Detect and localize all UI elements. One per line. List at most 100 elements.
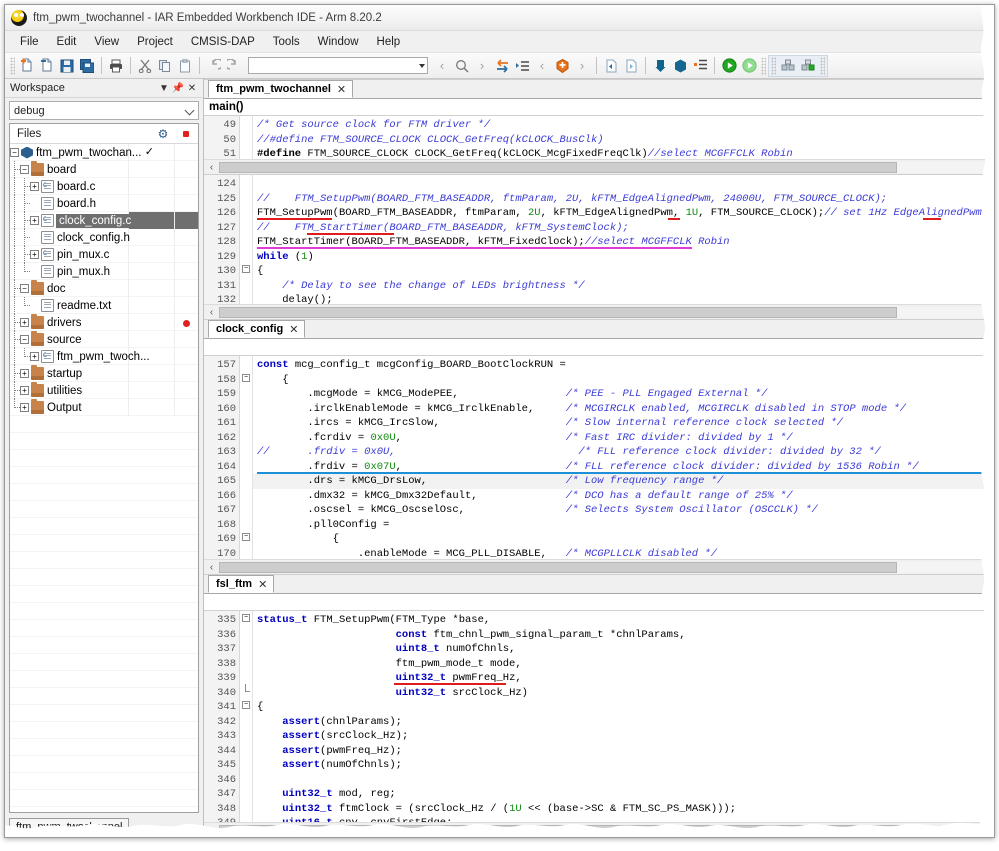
navigate-back-icon[interactable] bbox=[601, 55, 621, 77]
download-icon[interactable] bbox=[670, 55, 690, 77]
pin-icon[interactable]: 📌 bbox=[171, 81, 185, 95]
scrollbar-thumb[interactable] bbox=[219, 162, 897, 173]
close-icon[interactable]: ✕ bbox=[258, 578, 267, 591]
scrollbar-track[interactable] bbox=[219, 162, 990, 173]
open-document-icon[interactable] bbox=[37, 55, 57, 77]
download-and-debug-icon[interactable] bbox=[650, 55, 670, 77]
scroll-left-icon[interactable]: ‹ bbox=[204, 162, 219, 173]
project-tree[interactable]: −ftm_pwm_twochan...✓−board+board.cboard.… bbox=[10, 144, 198, 812]
menu-help[interactable]: Help bbox=[368, 34, 410, 50]
tree-item-startup[interactable]: +startup bbox=[10, 365, 198, 382]
goto-definition-icon[interactable] bbox=[512, 55, 532, 77]
dropdown-icon[interactable]: ▼ bbox=[157, 81, 171, 95]
tree-item-source[interactable]: −source bbox=[10, 331, 198, 348]
collapse-icon[interactable]: − bbox=[20, 165, 29, 174]
scrollbar-thumb[interactable] bbox=[219, 307, 897, 318]
navigate-forward-icon[interactable] bbox=[621, 55, 641, 77]
expand-icon[interactable]: + bbox=[30, 182, 39, 191]
tree-item-board-h[interactable]: board.h bbox=[10, 195, 198, 212]
expand-icon[interactable]: + bbox=[20, 318, 29, 327]
horizontal-scrollbar[interactable]: ‹ bbox=[204, 304, 994, 319]
scroll-left-icon[interactable]: ‹ bbox=[204, 562, 219, 573]
tab-clock_config[interactable]: clock_config✕ bbox=[208, 320, 305, 338]
toolbar-grip[interactable] bbox=[761, 57, 766, 75]
find-next-icon[interactable]: › bbox=[472, 55, 492, 77]
tree-item-board-c[interactable]: +board.c bbox=[10, 178, 198, 195]
quick-search-input[interactable] bbox=[248, 57, 428, 74]
close-icon[interactable]: ✕ bbox=[337, 83, 346, 96]
scroll-left-icon[interactable]: ‹ bbox=[204, 825, 219, 836]
expand-icon[interactable]: + bbox=[30, 250, 39, 259]
collapse-icon[interactable]: − bbox=[20, 335, 29, 344]
toolbar-grip[interactable] bbox=[10, 57, 15, 75]
workspace-tab[interactable]: ftm_pwm_twochannel bbox=[9, 818, 129, 835]
tree-item-pin-mux-c[interactable]: +pin_mux.c bbox=[10, 246, 198, 263]
fold-column[interactable]: −− bbox=[240, 356, 253, 559]
cut-icon[interactable] bbox=[135, 55, 155, 77]
tree-item-pin-mux-h[interactable]: pin_mux.h bbox=[10, 263, 198, 280]
save-icon[interactable] bbox=[57, 55, 77, 77]
scrollbar-track[interactable] bbox=[219, 307, 990, 318]
copy-icon[interactable] bbox=[155, 55, 175, 77]
chevron-down-icon[interactable] bbox=[185, 106, 195, 116]
next-bookmark-icon[interactable]: › bbox=[572, 55, 592, 77]
tree-item-doc[interactable]: −doc bbox=[10, 280, 198, 297]
fold-collapse-icon[interactable]: − bbox=[242, 533, 250, 541]
tree-item-utilities[interactable]: +utilities bbox=[10, 382, 198, 399]
collapse-icon[interactable]: − bbox=[10, 148, 19, 157]
expand-icon[interactable]: + bbox=[20, 369, 29, 378]
print-icon[interactable] bbox=[106, 55, 126, 77]
menu-tools[interactable]: Tools bbox=[264, 34, 309, 50]
menu-cmsis-dap[interactable]: CMSIS-DAP bbox=[182, 34, 264, 50]
scrollbar-track[interactable] bbox=[219, 825, 990, 836]
cmsis-pack-manager-icon[interactable] bbox=[778, 55, 798, 77]
horizontal-scrollbar[interactable]: ‹ bbox=[204, 159, 994, 174]
code-view[interactable]: 49505152−/* Get source clock for FTM dri… bbox=[204, 116, 994, 159]
menu-project[interactable]: Project bbox=[128, 34, 182, 50]
menu-view[interactable]: View bbox=[85, 34, 128, 50]
toolbar-grip[interactable] bbox=[820, 57, 825, 75]
configuration-dropdown[interactable]: debug bbox=[9, 101, 199, 120]
make-icon[interactable] bbox=[690, 55, 710, 77]
run-icon[interactable] bbox=[719, 55, 739, 77]
tree-item-clock-config-h[interactable]: clock_config.h bbox=[10, 229, 198, 246]
fold-column[interactable]: − bbox=[240, 175, 253, 304]
toolbar-grip[interactable] bbox=[771, 57, 776, 75]
tree-item-readme-txt[interactable]: readme.txt bbox=[10, 297, 198, 314]
chevron-down-icon[interactable] bbox=[419, 64, 425, 68]
fold-column[interactable]: − bbox=[240, 116, 253, 159]
code-view[interactable]: 124125126127128129130131132− // FTM_Setu… bbox=[204, 175, 994, 304]
expand-icon[interactable]: + bbox=[30, 352, 39, 361]
scrollbar-thumb[interactable] bbox=[219, 825, 959, 836]
code-view[interactable]: 1571581591601611621631641651661671681691… bbox=[204, 356, 994, 559]
scrollbar-track[interactable] bbox=[219, 562, 990, 573]
fold-column[interactable]: −− bbox=[240, 611, 253, 822]
previous-bookmark-icon[interactable]: ‹ bbox=[532, 55, 552, 77]
fold-collapse-icon[interactable]: − bbox=[242, 614, 250, 622]
code-view[interactable]: 3353363373383393403413423433443453463473… bbox=[204, 611, 994, 822]
tree-item-output[interactable]: +Output bbox=[10, 399, 198, 416]
menu-file[interactable]: File bbox=[11, 34, 48, 50]
expand-icon[interactable]: + bbox=[30, 216, 39, 225]
fold-collapse-icon[interactable]: − bbox=[242, 374, 250, 382]
toggle-bookmark-icon[interactable] bbox=[552, 55, 572, 77]
save-all-icon[interactable] bbox=[77, 55, 97, 77]
debug-without-download-icon[interactable] bbox=[739, 55, 759, 77]
fold-collapse-icon[interactable]: − bbox=[242, 701, 250, 709]
tree-item-ftm-pwm-twochan[interactable]: −ftm_pwm_twochan...✓ bbox=[10, 144, 198, 161]
tree-item-ftm-pwm-twoch[interactable]: +ftm_pwm_twoch... bbox=[10, 348, 198, 365]
horizontal-scrollbar[interactable]: ‹ bbox=[204, 822, 994, 837]
scrollbar-thumb[interactable] bbox=[219, 562, 897, 573]
close-icon[interactable]: ✕ bbox=[289, 323, 298, 336]
fold-collapse-icon[interactable]: − bbox=[242, 265, 250, 273]
find-previous-icon[interactable]: ‹ bbox=[432, 55, 452, 77]
cmsis-config-wizard-icon[interactable] bbox=[798, 55, 818, 77]
undo-icon[interactable] bbox=[204, 55, 224, 77]
new-document-icon[interactable] bbox=[17, 55, 37, 77]
scroll-left-icon[interactable]: ‹ bbox=[204, 307, 219, 318]
menu-edit[interactable]: Edit bbox=[48, 34, 86, 50]
redo-icon[interactable] bbox=[224, 55, 244, 77]
tab-ftm_pwm_twochannel[interactable]: ftm_pwm_twochannel✕ bbox=[208, 80, 353, 98]
quick-search-icon[interactable] bbox=[452, 55, 472, 77]
menu-window[interactable]: Window bbox=[309, 34, 368, 50]
